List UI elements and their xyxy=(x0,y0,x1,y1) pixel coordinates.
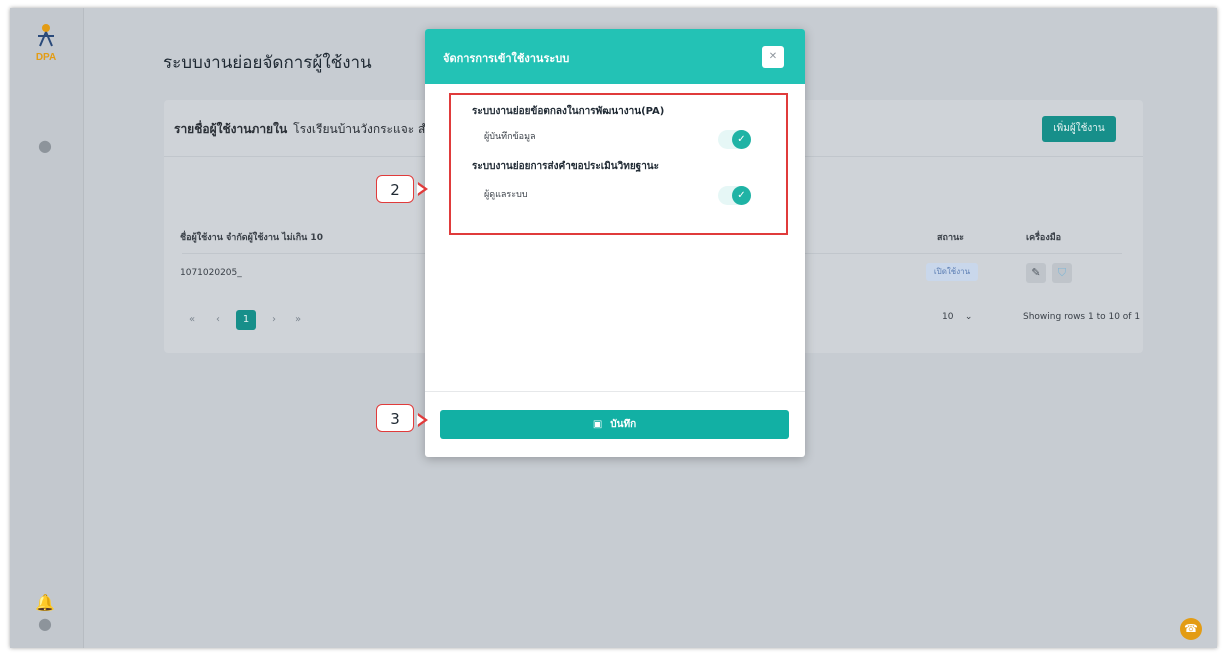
modal-title: จัดการการเข้าใช้งานระบบ xyxy=(443,52,570,65)
sidebar: DPA ● 🔔 ● xyxy=(10,8,84,648)
rows-per-page-select[interactable]: 10 ⌄ xyxy=(942,312,972,322)
user-icon[interactable]: ● xyxy=(35,136,55,156)
pager-current[interactable]: 1 xyxy=(236,310,256,330)
add-user-button[interactable]: เพิ่มผู้ใช้งาน xyxy=(1042,116,1116,142)
edit-icon[interactable]: ✎ xyxy=(1026,263,1046,283)
card-title: รายชื่อผู้ใช้งานภายใน โรงเรียนบ้านวังกระแ… xyxy=(174,120,432,139)
status-badge: เปิดใช้งาน xyxy=(926,263,978,281)
save-icon: ▣ xyxy=(592,419,603,430)
modal-header: จัดการการเข้าใช้งานระบบ ✕ xyxy=(425,29,805,84)
column-header-tools: เครื่องมือ xyxy=(1026,233,1062,243)
svg-text:DPA: DPA xyxy=(36,52,56,63)
page-title: ระบบงานย่อยจัดการผู้ใช้งาน xyxy=(163,53,372,73)
dpa-logo[interactable]: DPA xyxy=(26,20,66,70)
callout-2: 2 xyxy=(376,175,414,203)
bell-icon[interactable]: 🔔 xyxy=(35,593,55,613)
highlight-box xyxy=(449,93,788,235)
chevron-down-icon: ⌄ xyxy=(964,312,973,322)
callout-3: 3 xyxy=(376,404,414,432)
close-icon[interactable]: ✕ xyxy=(762,46,784,68)
pager-last[interactable]: » xyxy=(288,310,308,330)
callout-3-arrow xyxy=(417,413,428,427)
callout-2-arrow xyxy=(417,182,428,196)
shield-icon[interactable]: ⛉ xyxy=(1052,263,1072,283)
pager-first[interactable]: « xyxy=(182,310,202,330)
save-label: บันทึก xyxy=(610,419,637,430)
pager-next[interactable]: › xyxy=(264,310,284,330)
column-header-status: สถานะ xyxy=(937,233,964,243)
modal-divider xyxy=(425,391,805,392)
user-icon[interactable]: ● xyxy=(35,614,55,634)
pager-prev[interactable]: ‹ xyxy=(208,310,228,330)
card-title-bold: รายชื่อผู้ใช้งานภายใน xyxy=(174,122,288,136)
card-title-school: โรงเรียนบ้านวังกระแจะ สำ xyxy=(293,122,433,136)
column-header-user: ชื่อผู้ใช้งาน จำกัดผู้ใช้งาน ไม่เกิน 10 xyxy=(180,233,323,243)
headset-icon[interactable]: ☎ xyxy=(1180,618,1202,640)
table-cell-user: 1071020205_ xyxy=(180,268,242,278)
save-button[interactable]: ▣ บันทึก xyxy=(440,410,789,439)
rows-info: Showing rows 1 to 10 of 1 xyxy=(1023,312,1141,322)
